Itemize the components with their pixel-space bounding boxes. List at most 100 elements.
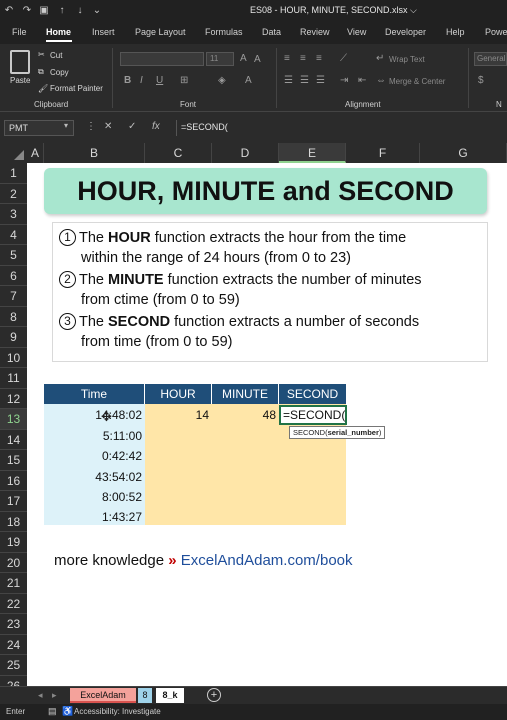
select-all-button[interactable] bbox=[0, 143, 27, 163]
insert-function-icon[interactable]: fx bbox=[152, 121, 160, 132]
row-header[interactable]: 3 bbox=[0, 204, 27, 225]
sheet-tab-8-k[interactable]: 8_k bbox=[156, 688, 184, 703]
indent-icon[interactable]: ⇥ bbox=[340, 75, 348, 86]
align-top-icon[interactable]: ≡ bbox=[284, 53, 290, 64]
bold-icon[interactable]: B bbox=[124, 75, 131, 86]
column-header-a[interactable]: A bbox=[27, 143, 44, 163]
row-header[interactable]: 24 bbox=[0, 635, 27, 655]
row-header[interactable]: 16 bbox=[0, 471, 27, 491]
cut-icon[interactable]: ✂ bbox=[38, 50, 45, 59]
align-left-icon[interactable]: ☰ bbox=[284, 75, 293, 86]
column-header-b[interactable]: B bbox=[44, 143, 145, 163]
underline-icon[interactable]: U bbox=[156, 75, 163, 86]
sheet-tab-exceladam[interactable]: ExcelAdam bbox=[70, 688, 136, 703]
macro-record-icon[interactable]: ▤ bbox=[48, 706, 57, 717]
wrap-text-button[interactable]: Wrap Text bbox=[389, 55, 425, 64]
table-cell-time[interactable]: 43:54:02 bbox=[50, 470, 142, 484]
active-cell-editor[interactable]: =SECOND( bbox=[279, 405, 347, 425]
row-header[interactable]: 4 bbox=[0, 225, 27, 245]
fill-color-icon[interactable]: ◈ bbox=[218, 75, 226, 86]
format-painter-button[interactable]: Format Painter bbox=[50, 84, 103, 93]
merge-center-button[interactable]: Merge & Center bbox=[389, 77, 445, 86]
add-sheet-icon[interactable]: + bbox=[207, 688, 221, 702]
name-box-dropdown-icon[interactable]: ▾ bbox=[64, 121, 68, 130]
column-header-d[interactable]: D bbox=[212, 143, 279, 163]
tab-power[interactable]: Powe bbox=[485, 27, 507, 37]
sheet-tab-8[interactable]: 8 bbox=[138, 688, 152, 703]
column-header-f[interactable]: F bbox=[346, 143, 420, 163]
table-cell-time[interactable]: 5:11:00 bbox=[50, 429, 142, 443]
sort-asc-icon[interactable]: ↑ bbox=[55, 4, 69, 18]
italic-icon[interactable]: I bbox=[140, 75, 143, 86]
promo-link[interactable]: ExcelAndAdam.com/book bbox=[177, 552, 353, 569]
accessibility-status[interactable]: Accessibility: Investigate bbox=[74, 707, 161, 716]
row-header[interactable]: 9 bbox=[0, 327, 27, 348]
paste-button[interactable]: Paste bbox=[10, 76, 30, 85]
wrap-text-icon[interactable]: ↵ bbox=[376, 53, 384, 64]
tab-insert[interactable]: Insert bbox=[92, 27, 115, 37]
row-header[interactable]: 13 bbox=[0, 409, 27, 430]
column-header-e[interactable]: E bbox=[279, 143, 346, 163]
accessibility-icon[interactable]: ♿ bbox=[62, 706, 73, 717]
font-size-select[interactable]: 11 bbox=[206, 52, 234, 66]
format-painter-icon[interactable]: 🖌 bbox=[38, 84, 48, 93]
table-cell-time[interactable]: 8:00:52 bbox=[50, 490, 142, 504]
tab-formulas[interactable]: Formulas bbox=[205, 27, 243, 37]
font-name-select[interactable] bbox=[120, 52, 204, 66]
table-header-second[interactable]: SECOND bbox=[279, 384, 346, 404]
autosave-icon[interactable]: ↶ bbox=[2, 4, 16, 18]
grow-font-icon[interactable]: A bbox=[240, 53, 247, 64]
copy-button[interactable]: Copy bbox=[50, 68, 69, 77]
prev-sheet-icon[interactable]: ◂ bbox=[38, 690, 43, 701]
tab-view[interactable]: View bbox=[347, 27, 366, 37]
table-cell-time[interactable]: 14:48:02 bbox=[50, 408, 142, 422]
merge-center-icon[interactable]: ⇔ bbox=[376, 75, 386, 86]
paste-icon[interactable] bbox=[10, 50, 30, 74]
row-header[interactable]: 25 bbox=[0, 655, 27, 676]
row-header[interactable]: 17 bbox=[0, 491, 27, 512]
align-center-icon[interactable]: ☰ bbox=[300, 75, 309, 86]
font-color-icon[interactable]: A bbox=[245, 75, 252, 86]
currency-icon[interactable]: $ bbox=[478, 75, 484, 86]
row-header[interactable]: 5 bbox=[0, 245, 27, 266]
tab-data[interactable]: Data bbox=[262, 27, 281, 37]
tab-page-layout[interactable]: Page Layout bbox=[135, 27, 186, 37]
column-header-g[interactable]: G bbox=[420, 143, 507, 163]
row-header[interactable]: 8 bbox=[0, 307, 27, 327]
next-sheet-icon[interactable]: ▸ bbox=[52, 690, 57, 701]
row-header[interactable]: 7 bbox=[0, 286, 27, 307]
table-cell-minute[interactable]: 48 bbox=[215, 408, 276, 422]
row-header[interactable]: 14 bbox=[0, 430, 27, 450]
tab-help[interactable]: Help bbox=[446, 27, 465, 37]
copy-icon[interactable]: ⧉ bbox=[38, 67, 44, 77]
row-header[interactable]: 1 bbox=[0, 163, 27, 184]
quick-access-icon[interactable]: ↷ bbox=[20, 4, 34, 18]
column-header-c[interactable]: C bbox=[145, 143, 212, 163]
table-header-minute[interactable]: MINUTE bbox=[212, 384, 279, 404]
formula-input[interactable]: =SECOND( bbox=[176, 120, 507, 136]
row-header[interactable]: 23 bbox=[0, 614, 27, 635]
cut-button[interactable]: Cut bbox=[50, 51, 62, 60]
tab-home[interactable]: Home bbox=[46, 27, 71, 37]
tab-file[interactable]: File bbox=[12, 27, 27, 37]
table-cell-time[interactable]: 1:43:27 bbox=[50, 510, 142, 524]
orientation-icon[interactable]: ⟋ bbox=[340, 53, 347, 64]
row-header[interactable]: 22 bbox=[0, 594, 27, 614]
row-header[interactable]: 19 bbox=[0, 532, 27, 553]
table-cell-hour[interactable]: 14 bbox=[150, 408, 209, 422]
number-format-select[interactable]: General bbox=[474, 52, 507, 66]
row-header[interactable]: 18 bbox=[0, 512, 27, 532]
table-header-hour[interactable]: HOUR bbox=[145, 384, 212, 404]
shrink-font-icon[interactable]: A bbox=[254, 54, 261, 65]
row-header[interactable]: 10 bbox=[0, 348, 27, 368]
align-middle-icon[interactable]: ≡ bbox=[300, 53, 306, 64]
row-header[interactable]: 21 bbox=[0, 573, 27, 594]
align-right-icon[interactable]: ☰ bbox=[316, 75, 325, 86]
row-header[interactable]: 12 bbox=[0, 389, 27, 409]
save-icon[interactable]: ▣ bbox=[37, 4, 51, 18]
sort-desc-icon[interactable]: ↓ bbox=[73, 4, 87, 18]
row-header[interactable]: 20 bbox=[0, 553, 27, 573]
borders-icon[interactable]: ⊞ bbox=[180, 75, 188, 86]
row-header[interactable]: 2 bbox=[0, 184, 27, 204]
customize-icon[interactable]: ⌄ bbox=[90, 4, 104, 18]
